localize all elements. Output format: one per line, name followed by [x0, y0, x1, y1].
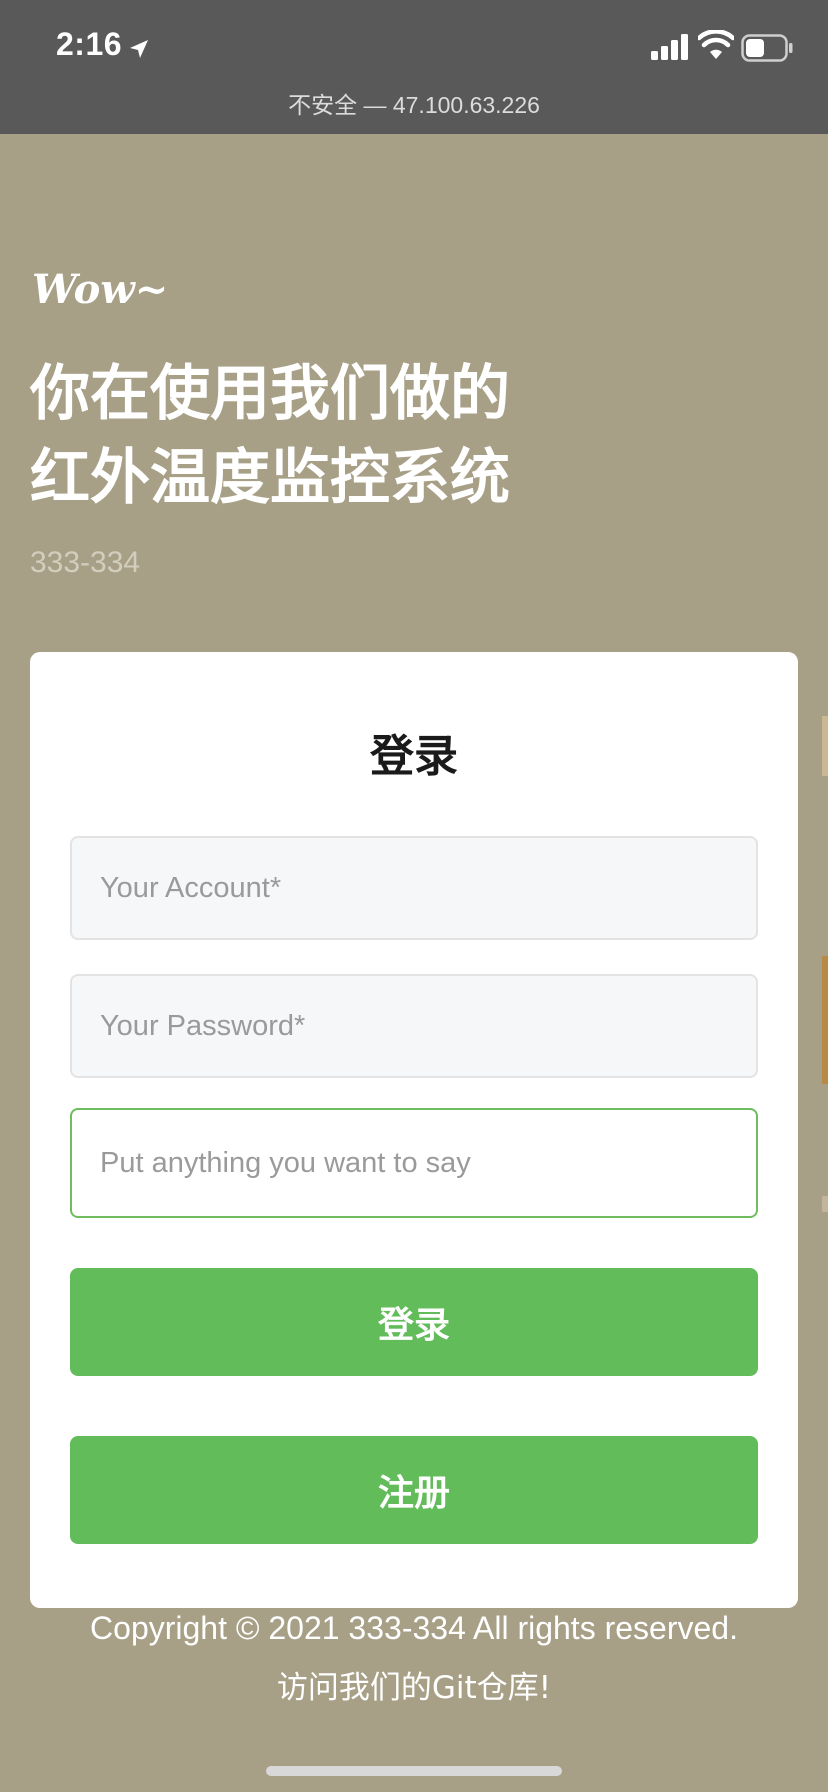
wifi-icon	[698, 30, 734, 59]
location-arrow-icon	[130, 40, 148, 58]
home-indicator[interactable]	[266, 1766, 562, 1776]
background-decoration	[822, 716, 828, 776]
status-time: 2:16	[56, 26, 123, 62]
register-button[interactable]: 注册	[70, 1436, 758, 1544]
browser-top-bar: 2:16 不安全 — 47.100.63.226	[0, 0, 828, 134]
background-decoration	[822, 956, 828, 1084]
login-button[interactable]: 登录	[70, 1268, 758, 1376]
password-input[interactable]	[70, 974, 758, 1078]
message-input[interactable]	[70, 1108, 758, 1218]
hero-tagline: Wow~	[32, 266, 169, 313]
git-repo-link[interactable]: 访问我们的Git仓库!	[0, 1662, 828, 1707]
url-address[interactable]: 不安全 — 47.100.63.226	[0, 86, 828, 120]
hero-title-line: 你在使用我们做的	[30, 359, 510, 429]
hero-subtitle: 333-334	[30, 546, 141, 579]
login-card: 登录 登录 注册	[30, 652, 798, 1608]
hero-title: 你在使用我们做的 红外温度监控系统	[30, 352, 650, 520]
background-decoration	[822, 1196, 828, 1212]
cellular-signal-icon	[651, 34, 688, 60]
battery-icon	[741, 34, 793, 62]
copyright-text: Copyright © 2021 333-334 All rights rese…	[90, 1610, 738, 1646]
login-title: 登录	[370, 731, 458, 782]
account-input[interactable]	[70, 836, 758, 940]
hero-title-line: 红外温度监控系统	[30, 443, 510, 513]
